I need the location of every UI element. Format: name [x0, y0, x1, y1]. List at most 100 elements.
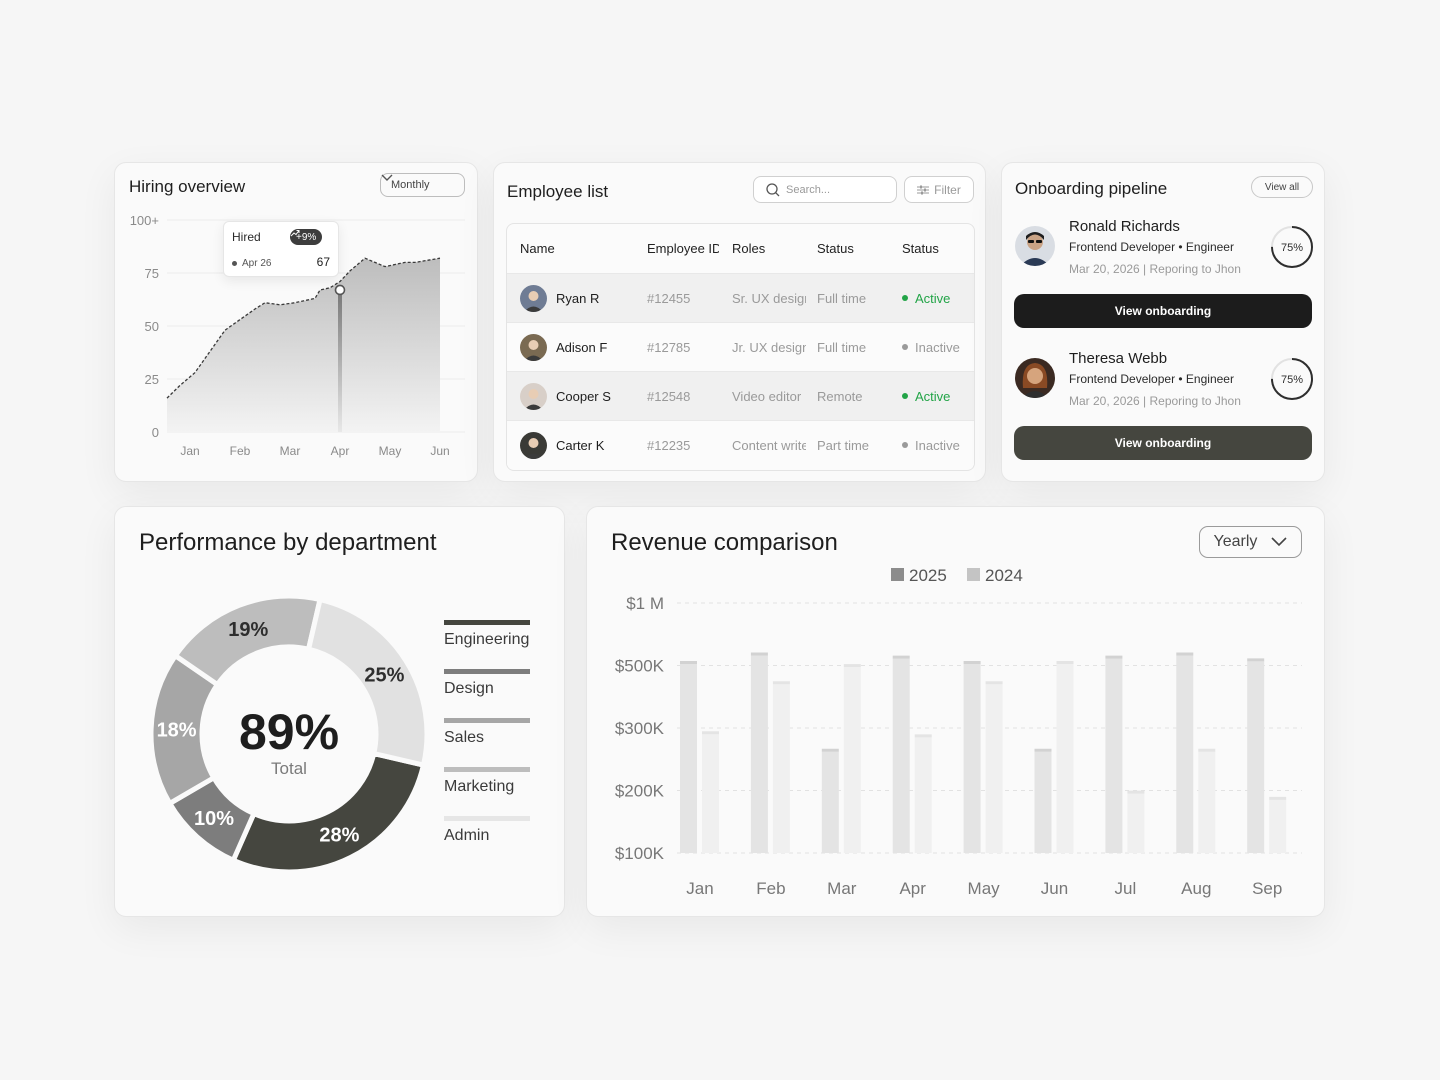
bar-2024-apr[interactable]: [914, 737, 932, 853]
column-header-employee-id[interactable]: Employee ID: [647, 241, 719, 256]
employee-id: #12235: [647, 437, 691, 453]
employee-name: Adison F: [556, 339, 608, 355]
employee-id: #12455: [647, 290, 691, 306]
search-field[interactable]: [753, 176, 897, 203]
filter-button[interactable]: Filter: [904, 176, 974, 203]
progress-value: 75%: [1281, 242, 1303, 254]
bar-cap: [914, 734, 932, 738]
search-icon: [766, 182, 780, 196]
revenue-bar-chart: $1 M $500K $300K $200K $100K 2025 2024 Jan Feb Ma…: [615, 566, 1302, 898]
employment-type: Remote: [817, 388, 863, 404]
hiring-tooltip: Hired +9% Apr 26 67: [223, 221, 339, 277]
employee-table: Name Employee ID Roles Status Status Rya…: [506, 223, 975, 471]
table-row[interactable]: Cooper S #12548 Video editor Remote Active: [507, 371, 974, 420]
hiring-area-chart: 100+ 75 50 25 0 Jan Feb Mar Apr May Jun: [130, 213, 465, 458]
bar-cap: [750, 652, 768, 656]
total-value: 89%: [239, 704, 339, 760]
person-avatar-icon: [524, 388, 543, 410]
bar-2024-jan[interactable]: [702, 734, 719, 853]
employee-name-cell: Adison F: [520, 333, 640, 361]
column-header-status-2[interactable]: Status: [902, 241, 974, 256]
bar-cap: [892, 655, 910, 659]
legend-item: Engineering: [444, 620, 534, 669]
tooltip-date-row: Apr 26: [232, 258, 271, 269]
bar-cap: [1056, 661, 1074, 664]
x-tick-label: May: [968, 879, 1001, 898]
avatar: [520, 431, 547, 459]
bar-2025-jul[interactable]: [1105, 658, 1123, 853]
status-dot: [902, 442, 908, 448]
status-dot: [902, 344, 908, 350]
bar-2025-jun[interactable]: [1034, 751, 1052, 853]
y-tick-label: 75: [145, 266, 159, 281]
x-tick-label: Mar: [827, 879, 857, 898]
x-tick-label: May: [379, 444, 402, 458]
status-badge: Active: [902, 291, 974, 306]
y-tick-label: $200K: [615, 782, 665, 801]
column-header-status[interactable]: Status: [817, 241, 891, 256]
legend-swatch: [444, 620, 530, 625]
bar-2025-sep[interactable]: [1247, 661, 1265, 853]
slice-label: 18%: [157, 720, 197, 742]
bar-2025-apr[interactable]: [892, 658, 910, 853]
bar-cap: [843, 664, 861, 668]
person-avatar-icon: [1015, 358, 1055, 398]
filter-label: Filter: [934, 182, 961, 197]
x-tick-label: Jun: [1041, 879, 1068, 898]
bar-2024-mar[interactable]: [843, 667, 861, 853]
employment-type: Full time: [817, 290, 867, 306]
person-avatar-icon: [524, 290, 543, 312]
hiring-overview-card: Hiring overview Monthly 100+ 75 50 25 0 Jan Fe…: [114, 162, 478, 482]
bar-2025-feb[interactable]: [750, 655, 768, 854]
bar-2025-jan[interactable]: [680, 664, 697, 853]
employee-name-cell: Carter K: [520, 431, 640, 459]
y-tick-label: $500K: [615, 657, 665, 676]
legend-swatch: [967, 568, 980, 581]
legend-item: Sales: [444, 718, 534, 767]
search-input[interactable]: [786, 183, 886, 196]
x-tick-label: Jan: [180, 444, 199, 458]
bar-2024-sep[interactable]: [1269, 799, 1287, 853]
x-tick-label: Jun: [430, 444, 449, 458]
bar-2025-may[interactable]: [963, 664, 981, 853]
bar-2024-jul[interactable]: [1127, 793, 1145, 853]
person-avatar-icon: [524, 339, 543, 361]
employee-role: Jr. UX designer: [732, 339, 806, 355]
y-tick-label: $1 M: [626, 594, 664, 613]
legend-swatch: [444, 767, 530, 772]
bar-2025-aug[interactable]: [1176, 655, 1194, 854]
highlight-bar: [338, 289, 342, 432]
view-all-button[interactable]: View all: [1251, 176, 1313, 198]
employee-name: Cooper S: [556, 388, 611, 404]
legend-label: 2024: [985, 566, 1023, 585]
bar-cap: [963, 661, 981, 664]
avatar: [520, 382, 547, 410]
column-header-roles[interactable]: Roles: [732, 241, 806, 256]
bar-2024-feb[interactable]: [772, 684, 790, 853]
x-tick-label: Apr: [331, 444, 350, 458]
highlight-point[interactable]: [334, 284, 346, 296]
employee-list-title: Employee list: [507, 182, 609, 201]
bar-2025-mar[interactable]: [821, 751, 839, 853]
bar-2024-jun[interactable]: [1056, 664, 1074, 853]
progress-value: 75%: [1281, 374, 1303, 386]
trend-up-icon: [290, 230, 300, 237]
table-row[interactable]: Ryan R #12455 Sr. UX designer Full time Acti…: [507, 273, 974, 322]
column-header-name[interactable]: Name: [520, 241, 640, 256]
donut-slice-engineering[interactable]: [230, 751, 426, 875]
table-row[interactable]: Carter K #12235 Content writer Part time Ina…: [507, 420, 974, 469]
view-onboarding-button-2[interactable]: View onboarding: [1014, 426, 1312, 460]
slice-label: 19%: [228, 619, 268, 641]
legend-label: 2025: [909, 566, 947, 585]
bar-cap: [1176, 652, 1194, 656]
employee-role: Sr. UX designer: [732, 290, 806, 306]
bar-cap: [772, 681, 790, 685]
bar-2024-aug[interactable]: [1198, 751, 1216, 853]
view-onboarding-button-1[interactable]: View onboarding: [1014, 294, 1312, 328]
bar-2024-may[interactable]: [985, 684, 1003, 853]
onboarding-pipeline-card: Onboarding pipeline View all Ronald Rich…: [1001, 162, 1325, 482]
bar-cap: [821, 748, 839, 752]
bar-cap: [680, 661, 697, 664]
legend-label: Admin: [444, 827, 490, 844]
table-row[interactable]: Adison F #12785 Jr. UX designer Full time In…: [507, 322, 974, 371]
